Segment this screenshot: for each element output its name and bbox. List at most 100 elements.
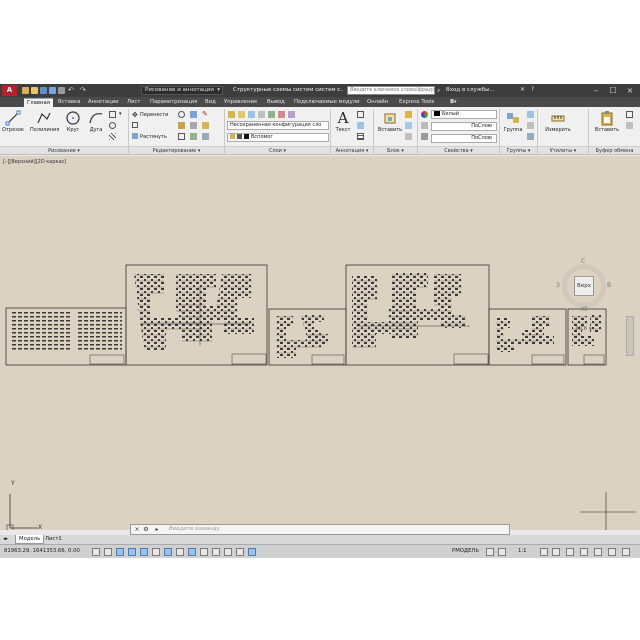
save-as-icon[interactable] xyxy=(49,87,56,94)
copy-clip-icon[interactable] xyxy=(626,111,633,118)
table-icon[interactable] xyxy=(357,133,364,140)
ortho-toggle[interactable] xyxy=(116,548,124,556)
redo-icon[interactable]: ↷ xyxy=(80,87,87,94)
layer-properties-icon[interactable] xyxy=(228,111,235,118)
compass-north[interactable]: С xyxy=(581,258,585,265)
tab-output[interactable]: Вывод xyxy=(264,98,288,107)
measure-button[interactable]: Измерить xyxy=(543,110,573,133)
tab-annotate[interactable]: Аннотации xyxy=(85,98,122,107)
ribbon-toggle-icon[interactable]: ◘▾ xyxy=(447,98,459,107)
drawing-sheet[interactable] xyxy=(567,308,607,366)
layer-state-icon[interactable] xyxy=(238,111,245,118)
line-button[interactable]: Отрезок xyxy=(2,110,24,133)
compass-east[interactable]: В xyxy=(607,282,611,289)
close-icon[interactable]: × xyxy=(133,526,141,534)
selection-cycling-toggle[interactable] xyxy=(236,548,244,556)
close-button[interactable]: × xyxy=(622,85,638,96)
isolate-objects-icon[interactable] xyxy=(608,548,616,556)
block-panel-title[interactable]: Блок ▾ xyxy=(374,146,417,154)
array-icon[interactable] xyxy=(190,133,197,140)
annotation-visibility-icon[interactable] xyxy=(540,548,548,556)
command-input[interactable]: Введите команду xyxy=(169,525,220,534)
groups-panel-title[interactable]: Группы ▾ xyxy=(500,146,537,154)
workspace-switching-icon[interactable] xyxy=(566,548,574,556)
model-space-canvas[interactable]: [–][Верхний][2D каркас] Y X Верх С Ю З В… xyxy=(0,156,640,530)
group-button[interactable]: Группа xyxy=(502,110,524,133)
tab-express-tools[interactable]: Express Tools xyxy=(396,98,437,107)
tab-plugins[interactable]: Подключаемые модули xyxy=(291,98,363,107)
undo-icon[interactable]: ↶ xyxy=(68,87,75,94)
properties-icon[interactable] xyxy=(421,122,428,129)
wrench-icon[interactable]: ⚙ xyxy=(142,526,150,534)
model-space-button[interactable]: РМОДЕЛЬ xyxy=(452,548,479,554)
exchange-icon[interactable]: ✕ xyxy=(520,86,525,93)
chevron-down-icon[interactable]: ▾ xyxy=(119,111,126,118)
rectangle-icon[interactable] xyxy=(109,111,116,118)
help-icon[interactable]: ? xyxy=(531,86,534,93)
quick-view-layouts-icon[interactable] xyxy=(486,548,494,556)
utilities-panel-title[interactable]: Утилиты ▾ xyxy=(538,146,588,154)
save-icon[interactable] xyxy=(40,87,47,94)
otrack-toggle[interactable] xyxy=(164,548,172,556)
tab-model[interactable]: Модель xyxy=(15,535,45,544)
tab-manage[interactable]: Управление xyxy=(221,98,260,107)
open-icon[interactable] xyxy=(31,87,38,94)
scale-icon[interactable] xyxy=(178,133,185,140)
transparency-toggle[interactable] xyxy=(212,548,220,556)
dimension-icon[interactable] xyxy=(357,111,364,118)
polyline-button[interactable]: Полилиния xyxy=(30,110,59,133)
leader-icon[interactable] xyxy=(357,122,364,129)
fillet-icon[interactable] xyxy=(190,122,197,129)
grid-toggle[interactable] xyxy=(104,548,112,556)
search-input[interactable]: Введите ключевое слово/фразу xyxy=(347,86,435,95)
copy-button[interactable] xyxy=(132,122,140,130)
annotation-panel-title[interactable]: Аннотация ▾ xyxy=(331,146,373,154)
layers-panel-title[interactable]: Слои ▾ xyxy=(225,146,330,154)
create-block-icon[interactable] xyxy=(405,111,412,118)
layer-state-dropdown[interactable]: Несохраненная конфигурация сло xyxy=(227,121,329,130)
paste-button[interactable]: Вставить xyxy=(593,110,621,133)
polar-toggle[interactable] xyxy=(128,548,136,556)
tab-parametric[interactable]: Параметризация xyxy=(147,98,200,107)
command-history-icon[interactable]: ▸ xyxy=(153,526,161,534)
edit-block-icon[interactable] xyxy=(405,122,412,129)
explode-icon[interactable] xyxy=(202,122,209,129)
new-icon[interactable] xyxy=(22,87,29,94)
drawing-sheet[interactable] xyxy=(488,308,567,366)
lock-icon[interactable] xyxy=(580,548,588,556)
erase-icon[interactable]: ✎ xyxy=(202,111,209,118)
autoscale-icon[interactable] xyxy=(552,548,560,556)
group-edit-icon[interactable] xyxy=(527,122,534,129)
hatch-icon[interactable] xyxy=(109,133,116,140)
tab-insert[interactable]: Вставка xyxy=(55,98,83,107)
drawing-sheet[interactable] xyxy=(125,264,268,366)
ducs-toggle[interactable] xyxy=(176,548,184,556)
list-icon[interactable] xyxy=(421,133,428,140)
workspace-selector[interactable]: Рисование и аннотации ▾ xyxy=(141,86,223,95)
draw-panel-title[interactable]: Рисование ▾ xyxy=(0,146,128,154)
quick-properties-toggle[interactable] xyxy=(224,548,232,556)
group-select-icon[interactable] xyxy=(527,133,534,140)
minimize-button[interactable]: – xyxy=(588,85,604,96)
drawing-sheet[interactable] xyxy=(268,308,347,366)
stretch-button[interactable]: Растянуть xyxy=(132,133,167,141)
move-button[interactable]: ✥ Перенести xyxy=(132,111,168,119)
lineweight-toggle[interactable] xyxy=(200,548,208,556)
compass-west[interactable]: З xyxy=(556,282,560,289)
lineweight-dropdown[interactable]: ПоСлою xyxy=(431,134,497,143)
3d-osnap-toggle[interactable] xyxy=(152,548,160,556)
quick-view-drawings-icon[interactable] xyxy=(498,548,506,556)
offset-icon[interactable] xyxy=(202,133,209,140)
layout-nav-icon[interactable]: ◂▸ xyxy=(0,535,11,544)
text-button[interactable]: A Текст xyxy=(332,110,354,133)
tab-view[interactable]: Вид xyxy=(202,98,219,107)
annotation-monitor-toggle[interactable] xyxy=(248,548,256,556)
circle-button[interactable]: Круг xyxy=(62,110,84,133)
trim-icon[interactable] xyxy=(190,111,197,118)
layer-isolate-icon[interactable] xyxy=(268,111,275,118)
layer-off-icon[interactable] xyxy=(278,111,285,118)
clean-screen-icon[interactable] xyxy=(622,548,630,556)
tab-home[interactable]: Главная xyxy=(24,98,53,107)
viewcube[interactable]: Верх С Ю З В xyxy=(556,256,612,316)
maximize-button[interactable]: ☐ xyxy=(605,85,621,96)
